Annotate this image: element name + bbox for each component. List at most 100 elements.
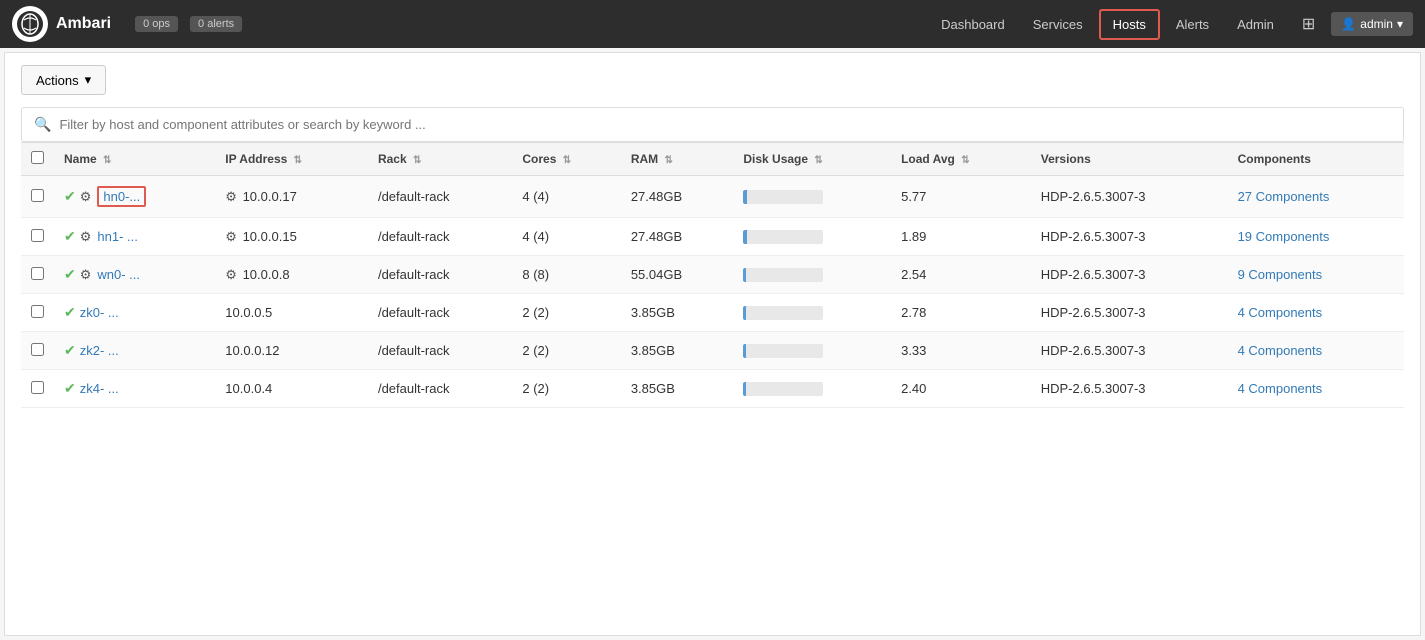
row-rack-cell: /default-rack — [368, 176, 512, 218]
select-all-checkbox[interactable] — [31, 151, 44, 164]
component-link[interactable]: 9 Components — [1238, 267, 1323, 282]
actions-label: Actions — [36, 73, 79, 88]
row-name-cell: ✔⚙hn0-... — [54, 176, 215, 217]
nav-services[interactable]: Services — [1021, 11, 1095, 38]
nav-dashboard[interactable]: Dashboard — [929, 11, 1017, 38]
th-ip[interactable]: IP Address ⇅ — [215, 143, 368, 176]
main-content: Actions ▾ 🔍 Name ⇅ IP Address ⇅ Rack ⇅ C… — [4, 52, 1421, 636]
disk-bar — [743, 344, 823, 358]
table-body: ✔⚙hn0-...⚙ 10.0.0.17/default-rack4 (4)27… — [21, 176, 1404, 408]
row-ram-cell: 55.04GB — [621, 256, 734, 294]
status-icon: ✔ — [64, 342, 76, 359]
user-dropdown-icon: ▾ — [1397, 17, 1403, 31]
host-name-link[interactable]: zk2- ... — [80, 343, 119, 358]
row-checkbox[interactable] — [31, 229, 44, 242]
host-name-link[interactable]: wn0- ... — [97, 267, 140, 282]
component-link[interactable]: 4 Components — [1238, 343, 1323, 358]
row-version-cell: HDP-2.6.5.3007-3 — [1031, 332, 1228, 370]
nav-admin[interactable]: Admin — [1225, 11, 1286, 38]
host-name-link[interactable]: hn1- ... — [97, 229, 137, 244]
row-rack-cell: /default-rack — [368, 332, 512, 370]
component-link[interactable]: 4 Components — [1238, 305, 1323, 320]
row-checkbox-cell — [21, 256, 54, 294]
host-name-link[interactable]: zk0- ... — [80, 305, 119, 320]
host-tool-icon: ⚙ — [80, 189, 92, 205]
row-checkbox[interactable] — [31, 267, 44, 280]
row-components-cell: 19 Components — [1228, 218, 1404, 256]
status-icon: ✔ — [64, 380, 76, 397]
actions-bar: Actions ▾ — [21, 65, 1404, 95]
row-checkbox[interactable] — [31, 189, 44, 202]
user-label: admin — [1360, 17, 1393, 31]
row-disk-cell — [733, 176, 891, 218]
disk-bar — [743, 382, 823, 396]
ip-tool-icon: ⚙ — [225, 189, 240, 204]
th-load[interactable]: Load Avg ⇅ — [891, 143, 1031, 176]
th-name[interactable]: Name ⇅ — [54, 143, 215, 176]
host-name-link[interactable]: zk4- ... — [80, 381, 119, 396]
row-checkbox-cell — [21, 370, 54, 408]
disk-bar-fill — [743, 230, 746, 244]
row-load-cell: 1.89 — [891, 218, 1031, 256]
status-icon: ✔ — [64, 228, 76, 245]
th-disk[interactable]: Disk Usage ⇅ — [733, 143, 891, 176]
th-cores[interactable]: Cores ⇅ — [512, 143, 620, 176]
row-cores-cell: 2 (2) — [512, 332, 620, 370]
row-load-cell: 2.54 — [891, 256, 1031, 294]
row-disk-cell — [733, 256, 891, 294]
nav-hosts[interactable]: Hosts — [1099, 9, 1160, 40]
table-row: ✔zk4- ...10.0.0.4/default-rack2 (2)3.85G… — [21, 370, 1404, 408]
disk-bar — [743, 230, 823, 244]
host-name-link[interactable]: hn0-... — [97, 186, 146, 207]
actions-dropdown-icon: ▾ — [85, 72, 92, 88]
ip-tool-icon: ⚙ — [225, 229, 240, 244]
row-cores-cell: 8 (8) — [512, 256, 620, 294]
actions-button[interactable]: Actions ▾ — [21, 65, 106, 95]
row-checkbox[interactable] — [31, 381, 44, 394]
row-disk-cell — [733, 294, 891, 332]
row-name-cell: ✔zk0- ... — [54, 294, 215, 331]
brand-name: Ambari — [56, 15, 111, 33]
component-link[interactable]: 27 Components — [1238, 189, 1330, 204]
nav-alerts[interactable]: Alerts — [1164, 11, 1221, 38]
disk-bar-fill — [743, 306, 745, 320]
user-menu[interactable]: 👤 admin ▾ — [1331, 12, 1413, 36]
table-row: ✔⚙hn1- ...⚙ 10.0.0.15/default-rack4 (4)2… — [21, 218, 1404, 256]
row-disk-cell — [733, 218, 891, 256]
nav-links: Dashboard Services Hosts Alerts Admin — [929, 9, 1286, 40]
th-ram[interactable]: RAM ⇅ — [621, 143, 734, 176]
ops-badge[interactable]: 0 ops — [135, 16, 178, 32]
disk-bar-fill — [743, 268, 745, 282]
row-ram-cell: 27.48GB — [621, 218, 734, 256]
search-input[interactable] — [59, 117, 1391, 132]
row-load-cell: 2.40 — [891, 370, 1031, 408]
table-row: ✔zk2- ...10.0.0.12/default-rack2 (2)3.85… — [21, 332, 1404, 370]
th-checkbox — [21, 143, 54, 176]
table-header-row: Name ⇅ IP Address ⇅ Rack ⇅ Cores ⇅ RAM ⇅… — [21, 143, 1404, 176]
host-tool-icon: ⚙ — [80, 267, 92, 283]
row-ram-cell: 3.85GB — [621, 332, 734, 370]
row-version-cell: HDP-2.6.5.3007-3 — [1031, 218, 1228, 256]
th-rack[interactable]: Rack ⇅ — [368, 143, 512, 176]
row-checkbox-cell — [21, 332, 54, 370]
grid-icon[interactable]: ⊞ — [1294, 10, 1323, 38]
table-row: ✔⚙hn0-...⚙ 10.0.0.17/default-rack4 (4)27… — [21, 176, 1404, 218]
disk-bar-fill — [743, 190, 746, 204]
row-ip-cell: ⚙ 10.0.0.17 — [215, 176, 368, 218]
component-link[interactable]: 4 Components — [1238, 381, 1323, 396]
row-cores-cell: 2 (2) — [512, 294, 620, 332]
row-components-cell: 4 Components — [1228, 332, 1404, 370]
component-link[interactable]: 19 Components — [1238, 229, 1330, 244]
alerts-badge[interactable]: 0 alerts — [190, 16, 242, 32]
row-cores-cell: 2 (2) — [512, 370, 620, 408]
row-checkbox[interactable] — [31, 305, 44, 318]
row-disk-cell — [733, 332, 891, 370]
row-disk-cell — [733, 370, 891, 408]
user-icon: 👤 — [1341, 17, 1356, 31]
row-load-cell: 5.77 — [891, 176, 1031, 218]
disk-bar — [743, 190, 823, 204]
row-checkbox[interactable] — [31, 343, 44, 356]
row-checkbox-cell — [21, 218, 54, 256]
row-load-cell: 2.78 — [891, 294, 1031, 332]
status-icon: ✔ — [64, 266, 76, 283]
